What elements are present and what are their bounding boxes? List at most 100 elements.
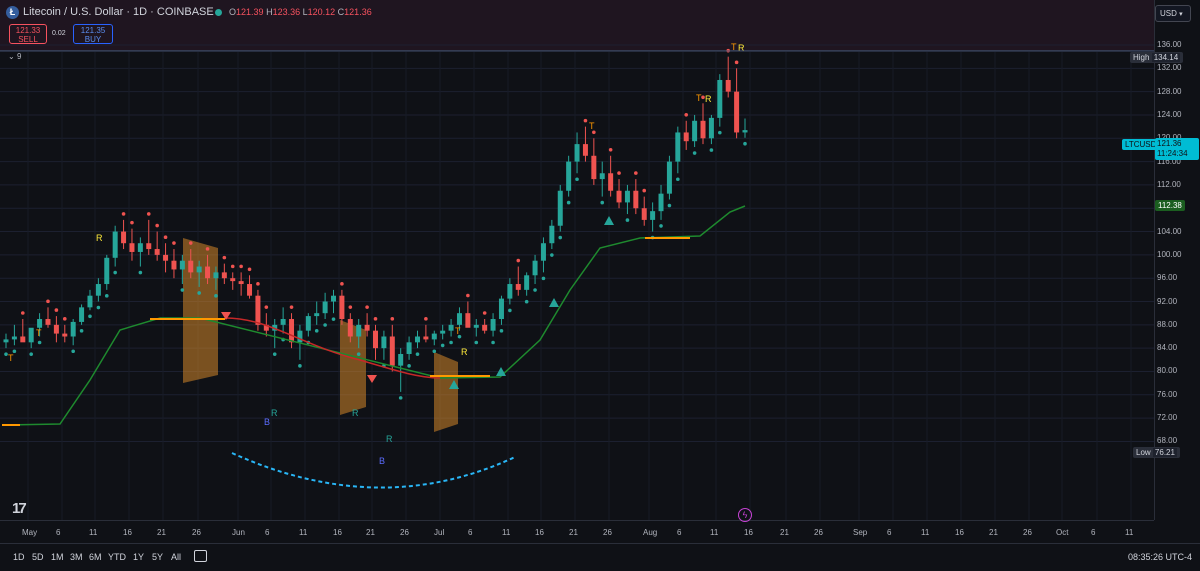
clock[interactable]: 08:35:26 UTC-4 bbox=[1128, 552, 1192, 562]
range-button-1y[interactable]: 1Y bbox=[133, 552, 144, 562]
price-tick-label: 112.00 bbox=[1157, 179, 1181, 189]
range-button-5d[interactable]: 5D bbox=[32, 552, 44, 562]
chevron-down-icon: ▾ bbox=[1179, 11, 1183, 18]
signal-dot bbox=[247, 267, 252, 272]
candle-body bbox=[734, 91, 740, 133]
signal-dot bbox=[734, 60, 739, 65]
candle-body bbox=[431, 333, 437, 340]
candle-body bbox=[624, 190, 630, 203]
candle-body bbox=[104, 257, 110, 285]
signal-dot bbox=[96, 305, 101, 310]
candle-body bbox=[20, 336, 26, 343]
candle-body bbox=[574, 144, 580, 162]
price-tick-label: 100.00 bbox=[1157, 249, 1182, 259]
range-button-1d[interactable]: 1D bbox=[13, 552, 25, 562]
time-tick-label: Oct bbox=[1056, 528, 1069, 537]
candle-body bbox=[666, 161, 672, 194]
lightning-icon[interactable]: ϟ bbox=[738, 508, 752, 522]
signal-dot bbox=[197, 291, 201, 295]
candle-body bbox=[188, 260, 194, 273]
signal-dot bbox=[625, 218, 630, 222]
calendar-compare-icon[interactable] bbox=[194, 550, 207, 562]
candle-body bbox=[339, 295, 345, 320]
price-tick-label: 132.00 bbox=[1157, 63, 1182, 73]
candle-body bbox=[297, 330, 303, 343]
candle-body bbox=[566, 161, 572, 191]
signal-dot bbox=[188, 241, 193, 245]
candle-body bbox=[465, 313, 471, 328]
signal-dot bbox=[365, 305, 369, 309]
candle-body bbox=[356, 324, 362, 337]
candle-body bbox=[524, 275, 530, 290]
candle-body bbox=[456, 313, 462, 325]
signal-dot bbox=[499, 329, 504, 333]
bullish-triangle bbox=[549, 298, 559, 307]
candle-body bbox=[591, 155, 597, 180]
time-tick-label: 26 bbox=[603, 528, 612, 537]
range-button-5y[interactable]: 5Y bbox=[152, 552, 163, 562]
time-tick-label: 16 bbox=[123, 528, 132, 537]
candle-body bbox=[137, 243, 143, 252]
candle-body bbox=[398, 353, 404, 366]
signal-dot bbox=[289, 305, 294, 309]
price-chart[interactable]: TTRRBRRBTRTT RT R bbox=[0, 0, 1154, 520]
time-tick-label: Jul bbox=[434, 528, 445, 537]
signal-dot bbox=[415, 352, 420, 356]
signal-marker-t: T bbox=[589, 121, 595, 131]
range-button-ytd[interactable]: YTD bbox=[108, 552, 126, 562]
signal-dot bbox=[743, 141, 747, 146]
signal-dot bbox=[550, 253, 554, 257]
signal-dot bbox=[432, 349, 437, 354]
price-tick-label: 124.00 bbox=[1157, 109, 1182, 119]
candle-body bbox=[608, 173, 614, 191]
candle-body bbox=[414, 336, 420, 343]
time-tick-label: 21 bbox=[989, 528, 998, 537]
range-button-3m[interactable]: 3M bbox=[70, 552, 83, 562]
time-tick-label: 6 bbox=[887, 528, 892, 537]
range-button-6m[interactable]: 6M bbox=[89, 552, 102, 562]
range-button-1m[interactable]: 1M bbox=[51, 552, 64, 562]
tradingview-logo[interactable]: 17 bbox=[12, 500, 27, 517]
signal-marker-r: R bbox=[461, 347, 468, 357]
time-tick-label: 21 bbox=[157, 528, 166, 537]
currency-select[interactable]: USD ▾ bbox=[1155, 5, 1191, 22]
range-button-all[interactable]: All bbox=[171, 552, 181, 562]
signal-dot bbox=[130, 220, 134, 225]
signal-dot bbox=[474, 340, 479, 345]
candle-body bbox=[515, 284, 521, 290]
price-tick-label: 72.00 bbox=[1157, 413, 1178, 423]
candle-body bbox=[633, 190, 639, 209]
signal-dot bbox=[104, 294, 109, 298]
price-tick-label: 84.00 bbox=[1157, 343, 1178, 353]
signal-dot bbox=[592, 130, 596, 135]
signal-dot bbox=[718, 130, 722, 135]
time-tick-label: 26 bbox=[1023, 528, 1032, 537]
price-tick-label: 96.00 bbox=[1157, 273, 1178, 283]
time-tick-label: 16 bbox=[333, 528, 342, 537]
candle-body bbox=[154, 249, 160, 255]
signal-dot bbox=[37, 340, 42, 345]
signal-dot bbox=[424, 317, 428, 321]
time-tick-label: Aug bbox=[643, 528, 658, 537]
price-tick-label: 128.00 bbox=[1157, 86, 1182, 96]
time-tick-label: 16 bbox=[535, 528, 544, 537]
candle-body bbox=[423, 336, 429, 340]
signal-dot bbox=[575, 177, 579, 182]
zone-band bbox=[183, 238, 218, 383]
candle-body bbox=[599, 173, 605, 180]
candle-body bbox=[582, 144, 588, 156]
time-tick-label: 21 bbox=[780, 528, 789, 537]
candle-body bbox=[62, 333, 68, 337]
signal-dot bbox=[692, 151, 697, 155]
candle-body bbox=[129, 243, 135, 252]
high-label: High 134.14 bbox=[1130, 52, 1184, 63]
signal-dot bbox=[449, 340, 453, 345]
candle-body bbox=[675, 132, 681, 162]
candle-body bbox=[70, 321, 76, 337]
signal-marker-b: B bbox=[379, 456, 385, 466]
candle-body bbox=[490, 319, 496, 331]
signal-dot bbox=[348, 305, 353, 309]
signal-dot bbox=[239, 264, 243, 269]
candle-body bbox=[683, 132, 689, 142]
signal-marker-r: R bbox=[271, 408, 278, 418]
